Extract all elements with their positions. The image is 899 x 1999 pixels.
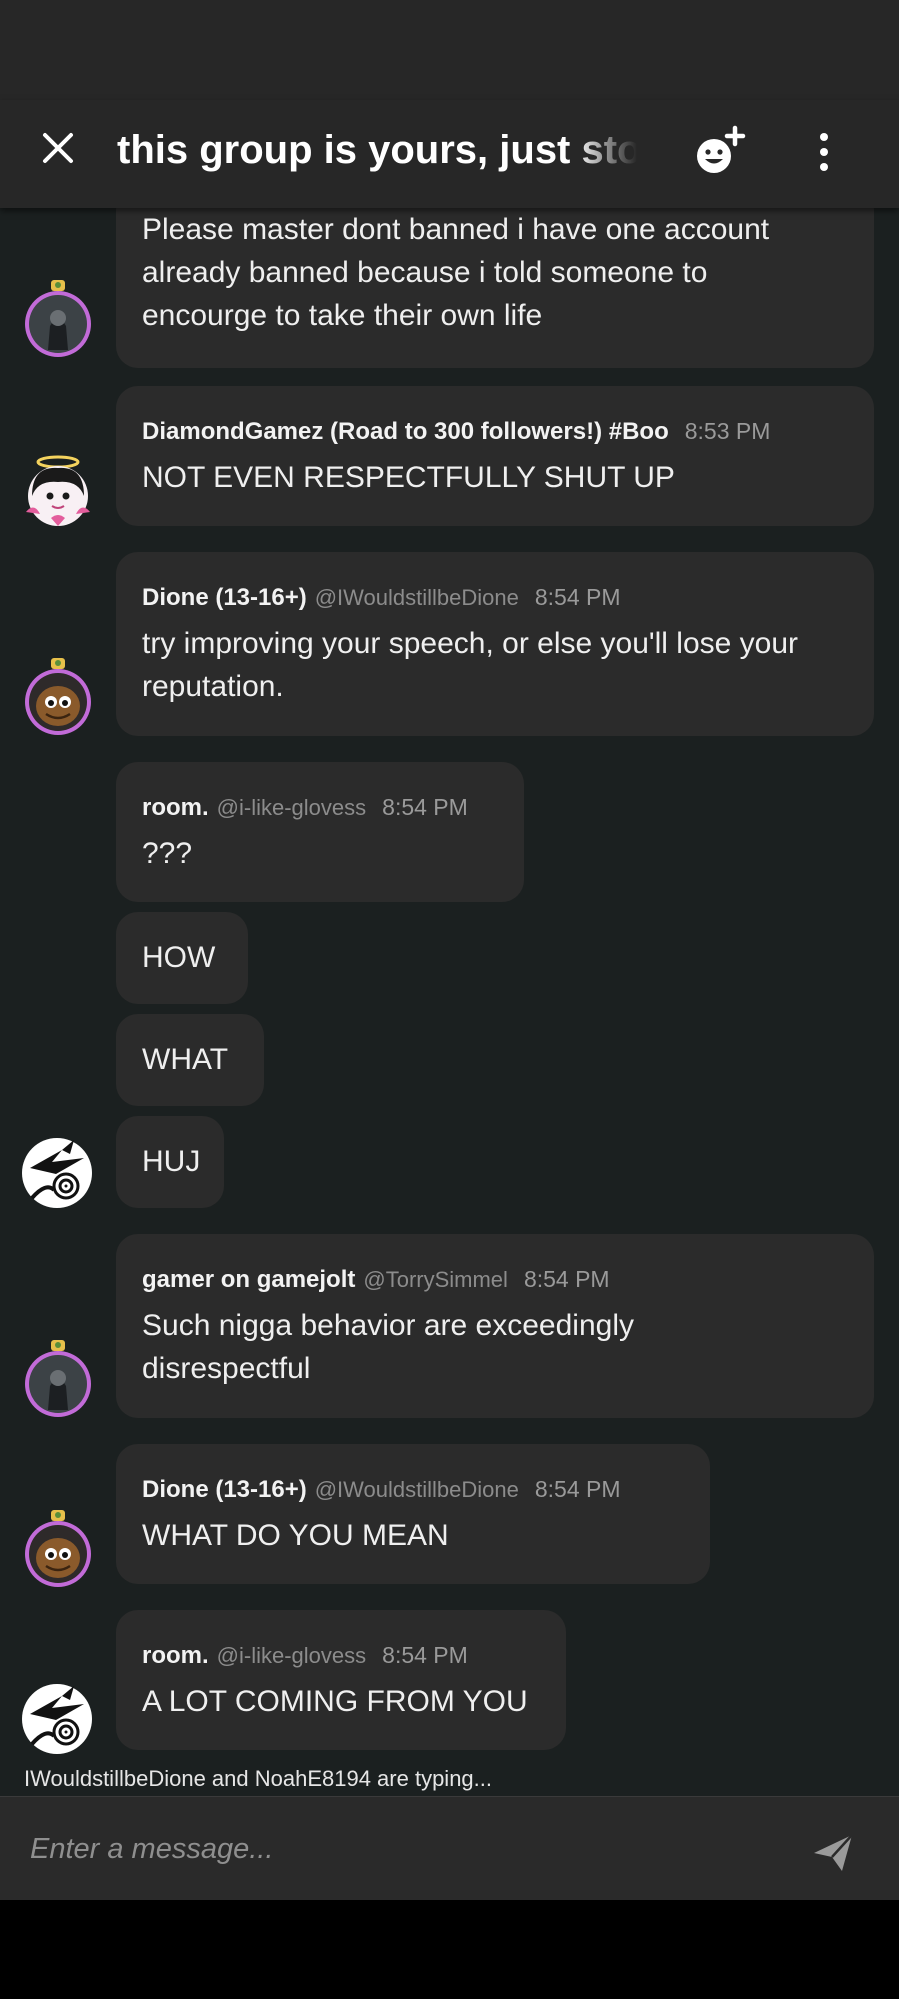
message-bubble[interactable]: gamer on gamejolt @TorrySimmel 8:54 PM Suc…: [116, 1234, 874, 1418]
message-text: WHAT: [142, 1043, 229, 1076]
timestamp: 8:54 PM: [534, 1476, 621, 1502]
user-handle[interactable]: @i-like-glovess: [217, 795, 366, 820]
username[interactable]: Dione (13-16+): [142, 584, 307, 611]
message-text: try improving your speech, or else you'l…: [142, 627, 799, 703]
user-handle[interactable]: @TorrySimmel: [363, 1267, 508, 1292]
message-meta: Dione (13-16+) @IWouldstillbeDione 8:54 PM: [142, 584, 621, 612]
user-handle[interactable]: @IWouldstillbeDione: [315, 1477, 519, 1502]
username[interactable]: gamer on gamejolt: [142, 1266, 355, 1293]
message-text: Please master dont banned i have one acc…: [142, 213, 770, 332]
avatar[interactable]: [22, 1684, 92, 1754]
message-bubble[interactable]: room. @i-like-glovess 8:54 PM A LOT COMING…: [116, 1610, 566, 1750]
message-meta: DiamondGamez (Road to 300 followers!) #B…: [142, 418, 846, 446]
avatar[interactable]: [22, 1340, 92, 1418]
username[interactable]: DiamondGamez (Road to 300 followers!) #B…: [142, 418, 669, 446]
avatar[interactable]: [22, 280, 92, 358]
more-options-button[interactable]: [800, 124, 848, 180]
timestamp: 8:54 PM: [382, 794, 468, 820]
message-text: WHAT DO YOU MEAN: [142, 1519, 449, 1552]
timestamp: 8:53 PM: [684, 418, 771, 444]
message-text: ???: [142, 837, 193, 870]
username[interactable]: room.: [142, 1642, 209, 1669]
timestamp: 8:54 PM: [382, 1642, 468, 1668]
typing-indicator: IWouldstillbeDione and NoahE8194 are typ…: [24, 1766, 493, 1791]
avatar[interactable]: [22, 455, 92, 528]
message-meta: room. @i-like-glovess 8:54 PM: [142, 794, 468, 822]
message-bubble[interactable]: Please master dont banned i have one acc…: [116, 208, 874, 368]
message-bubble[interactable]: Dione (13-16+) @IWouldstillbeDione 8:54 PM…: [116, 1444, 710, 1584]
message-bubble[interactable]: Dione (13-16+) @IWouldstillbeDione 8:54 PM…: [116, 552, 874, 736]
send-icon: [814, 1834, 853, 1871]
send-button[interactable]: [808, 1827, 858, 1877]
message-meta: Dione (13-16+) @IWouldstillbeDione 8:54 PM: [142, 1476, 621, 1504]
close-icon: [43, 133, 73, 163]
timestamp: 8:54 PM: [534, 584, 621, 610]
page-title: this group is yours, just stop: [117, 128, 637, 172]
message-bubble[interactable]: room. @i-like-glovess 8:54 PM ???: [116, 762, 524, 902]
message-text: A LOT COMING FROM YOU: [142, 1685, 528, 1718]
chat-header: this group is yours, just stop: [0, 100, 899, 208]
message-text: HOW: [142, 941, 216, 974]
message-meta: room. @i-like-glovess 8:54 PM: [142, 1642, 468, 1670]
close-button[interactable]: [30, 120, 86, 176]
system-navigation-area: [0, 1900, 899, 1999]
message-bubble[interactable]: HOW: [116, 912, 248, 1004]
timestamp: 8:54 PM: [523, 1266, 610, 1292]
avatar[interactable]: [22, 1510, 92, 1588]
username[interactable]: room.: [142, 794, 209, 821]
message-composer: [0, 1796, 899, 1900]
avatar[interactable]: [22, 1138, 92, 1208]
message-text: HUJ: [142, 1145, 201, 1178]
add-member-icon: [697, 125, 746, 173]
username[interactable]: Dione (13-16+): [142, 1476, 307, 1503]
message-meta: gamer on gamejolt @TorrySimmel 8:54 PM: [142, 1266, 610, 1294]
message-bubble[interactable]: DiamondGamez (Road to 300 followers!) #B…: [116, 386, 874, 526]
message-input[interactable]: [30, 1819, 770, 1879]
user-handle[interactable]: @IWouldstillbeDione: [315, 585, 519, 610]
message-bubble[interactable]: HUJ: [116, 1116, 224, 1208]
message-text: Such nigga behavior are exceedingly disr…: [142, 1309, 634, 1385]
avatar[interactable]: [22, 658, 92, 736]
message-text: NOT EVEN RESPECTFULLY SHUT UP: [142, 461, 675, 494]
status-bar: [0, 0, 899, 100]
more-vertical-icon: [820, 133, 828, 141]
message-list[interactable]: Please master dont banned i have one acc…: [0, 208, 899, 1796]
add-member-button[interactable]: [690, 122, 750, 182]
user-handle[interactable]: @i-like-glovess: [217, 1643, 366, 1668]
message-bubble[interactable]: WHAT: [116, 1014, 264, 1106]
